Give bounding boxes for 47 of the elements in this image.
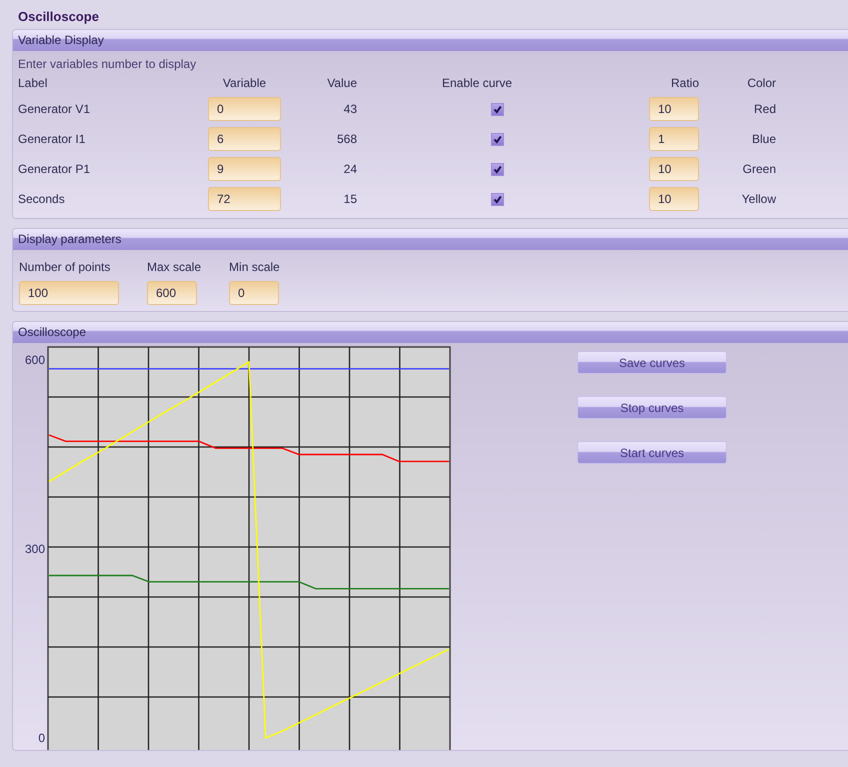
axis-label: 0 bbox=[38, 731, 45, 746]
color-name: Yellow bbox=[742, 192, 776, 206]
value-text: 24 bbox=[344, 162, 357, 176]
parameter-field[interactable]: 600 bbox=[147, 281, 197, 305]
action-button[interactable]: Stop curves bbox=[577, 396, 727, 419]
color-name: Blue bbox=[752, 132, 776, 146]
row-label: Generator I1 bbox=[18, 132, 86, 146]
variable-field[interactable]: 6 bbox=[208, 127, 281, 151]
color-name: Red bbox=[754, 102, 776, 116]
window-title: Oscilloscope bbox=[18, 9, 99, 24]
panel-header: Variable Display bbox=[13, 30, 848, 51]
column-header: Label bbox=[18, 76, 48, 90]
ratio-field[interactable]: 10 bbox=[649, 97, 699, 121]
column-header: Ratio bbox=[670, 76, 699, 90]
color-name: Green bbox=[742, 162, 776, 176]
value-text: 568 bbox=[336, 132, 357, 146]
checkbox[interactable] bbox=[491, 162, 504, 176]
checkbox[interactable] bbox=[491, 132, 504, 146]
variable-field[interactable]: 72 bbox=[208, 187, 281, 211]
panel-header: Oscilloscope bbox=[13, 322, 848, 343]
column-header: Enable curve bbox=[442, 76, 512, 90]
variable-field[interactable]: 0 bbox=[208, 97, 281, 121]
parameter-field[interactable]: 100 bbox=[19, 281, 119, 305]
field-label: Min scale bbox=[229, 259, 280, 276]
value-text: 43 bbox=[344, 102, 357, 116]
parameter-field[interactable]: 0 bbox=[229, 281, 280, 305]
checkbox[interactable] bbox=[491, 102, 504, 116]
column-header: Value bbox=[327, 76, 357, 90]
action-button[interactable]: Start curves bbox=[577, 441, 727, 464]
instruction-text: Enter variables number to display bbox=[18, 57, 196, 71]
checkbox[interactable] bbox=[491, 192, 504, 206]
column-header: Variable bbox=[222, 76, 266, 90]
value-text: 15 bbox=[344, 192, 357, 206]
action-button[interactable]: Save curves bbox=[577, 351, 727, 374]
panel-header: Display parameters bbox=[13, 229, 848, 250]
row-label: Seconds bbox=[18, 192, 65, 206]
ratio-field[interactable]: 1 bbox=[649, 127, 699, 151]
field-label: Number of points bbox=[19, 259, 112, 276]
axis-label: 600 bbox=[24, 352, 45, 367]
variable-field[interactable]: 9 bbox=[208, 157, 281, 181]
column-header: Color bbox=[747, 76, 776, 90]
row-label: Generator V1 bbox=[18, 102, 90, 116]
row-label: Generator P1 bbox=[18, 162, 90, 176]
ratio-field[interactable]: 10 bbox=[649, 157, 699, 181]
field-label: Max scale bbox=[147, 259, 202, 276]
axis-label: 300 bbox=[24, 542, 45, 556]
ratio-field[interactable]: 10 bbox=[649, 187, 699, 211]
